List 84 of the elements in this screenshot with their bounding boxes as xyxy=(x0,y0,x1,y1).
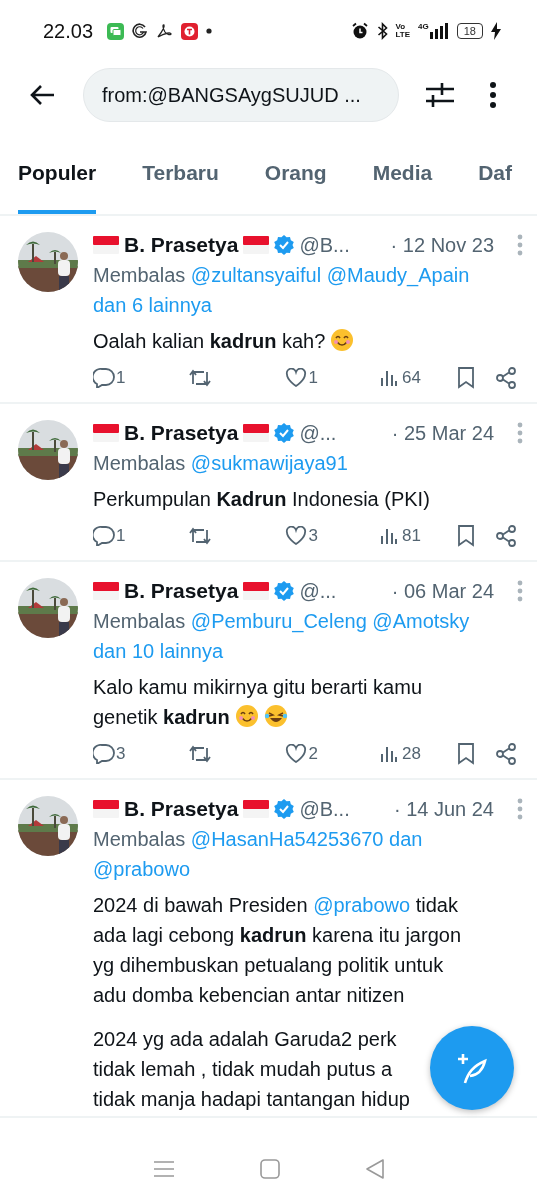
acrobat-app-icon xyxy=(156,23,174,39)
author-name[interactable]: B. Prasetya xyxy=(124,579,239,603)
back-icon[interactable] xyxy=(364,1159,385,1179)
repost-icon[interactable] xyxy=(188,744,213,764)
feather-plus-icon xyxy=(455,1051,489,1085)
like-count-button[interactable]: 2 xyxy=(285,744,318,764)
search-tab[interactable]: Terbaru xyxy=(142,136,219,214)
author-handle[interactable]: @... xyxy=(299,579,337,603)
bar-chart-icon xyxy=(379,369,398,387)
bar-chart-icon xyxy=(379,527,398,545)
reply-count-button[interactable]: 1 xyxy=(93,368,126,388)
view-count-button[interactable]: 81 xyxy=(379,526,421,546)
author-handle[interactable]: @B... xyxy=(299,797,350,821)
reply-context: Membalas @Pemburu_Celeng @Amotsky dan 10 lainnya xyxy=(93,609,471,664)
search-tab[interactable]: Orang xyxy=(264,136,327,214)
author-name[interactable]: B. Prasetya xyxy=(124,233,239,257)
flag-icon xyxy=(243,582,270,600)
g-app-icon xyxy=(132,22,149,40)
t-app-icon xyxy=(181,22,199,40)
speech-bubble-icon xyxy=(93,368,115,388)
search-tab[interactable]: Populer xyxy=(18,136,97,214)
more-options-icon[interactable] xyxy=(489,81,497,109)
view-count-button[interactable]: 64 xyxy=(379,368,421,388)
bluetooth-icon xyxy=(376,22,388,40)
network-type-label: 4G xyxy=(418,22,429,31)
search-tab[interactable]: Daf xyxy=(478,136,513,214)
post-text: Oalah kalian kadrun kah? xyxy=(93,326,355,356)
reply-context: Membalas @sukmawijaya91 xyxy=(93,451,349,476)
flag-icon xyxy=(93,424,119,442)
bookmark-icon[interactable] xyxy=(457,367,475,389)
share-icon[interactable] xyxy=(495,525,517,547)
reply-context: Membalas @HasanHa54253670 dan @prabowo xyxy=(93,827,424,882)
flag-icon xyxy=(243,800,270,818)
bookmark-icon[interactable] xyxy=(457,743,475,765)
post-date: · 25 Mar 24 xyxy=(391,421,494,445)
flag-icon xyxy=(93,582,119,600)
flag-icon xyxy=(93,236,119,254)
heart-icon xyxy=(285,526,308,546)
flag-icon xyxy=(243,236,270,254)
post-text: Perkumpulan Kadrun Indonesia (PKI) xyxy=(93,487,430,512)
alarm-icon xyxy=(350,22,369,40)
share-icon[interactable] xyxy=(495,743,517,765)
notification-dot-icon xyxy=(206,28,213,34)
repost-icon[interactable] xyxy=(188,368,213,388)
reply-count-button[interactable]: 3 xyxy=(93,744,126,764)
share-icon[interactable] xyxy=(495,367,517,389)
like-count-button[interactable]: 1 xyxy=(285,368,318,388)
speech-bubble-icon xyxy=(93,526,115,546)
flag-icon xyxy=(93,800,119,818)
chat-app-icon xyxy=(107,22,125,40)
repost-icon[interactable] xyxy=(188,526,213,546)
clock-time: 22.03 xyxy=(43,19,94,43)
view-count-button[interactable]: 28 xyxy=(379,744,421,764)
laughing-face-icon xyxy=(263,704,288,728)
heart-icon xyxy=(285,744,308,764)
reply-context: Membalas @zultansyaiful @Maudy_Apain dan 6 lainnya xyxy=(93,263,471,318)
author-name[interactable]: B. Prasetya xyxy=(124,421,239,445)
reply-count-button[interactable]: 1 xyxy=(93,526,126,546)
post-date: · 06 Mar 24 xyxy=(391,579,494,603)
filter-sliders-icon[interactable] xyxy=(425,82,455,108)
signal-icon xyxy=(428,22,449,40)
post-date: · 12 Nov 23 xyxy=(390,233,494,257)
author-handle[interactable]: @... xyxy=(299,421,337,445)
speech-bubble-icon xyxy=(93,744,115,764)
author-name[interactable]: B. Prasetya xyxy=(124,797,239,821)
author-handle[interactable]: @B... xyxy=(299,233,350,257)
flag-icon xyxy=(243,424,270,442)
bar-chart-icon xyxy=(379,745,398,763)
home-icon[interactable] xyxy=(259,1159,280,1179)
bookmark-icon[interactable] xyxy=(457,525,475,547)
search-tab[interactable]: Media xyxy=(372,136,433,214)
volte-indicator: Vo LTE xyxy=(395,23,411,39)
battery-indicator: 18 xyxy=(456,23,483,39)
smiling-face-icon xyxy=(330,328,355,352)
post-text: 2024 di bawah Presiden @prabowo tidak ada lagi cebong kadrun karena itu jargon yg dihembuskan petualang politik untuk adu domba kebencian antar nitizen xyxy=(93,893,462,1008)
back-arrow-icon[interactable] xyxy=(29,84,55,106)
search-field[interactable]: from:@BANGSAygSUJUD ... xyxy=(83,68,399,122)
post-date: · 14 Jun 24 xyxy=(393,797,494,821)
like-count-button[interactable]: 3 xyxy=(285,526,318,546)
compose-post-button[interactable] xyxy=(430,1026,514,1110)
post-text: Kalo kamu mikirnya gitu berarti kamu genetik kadrun xyxy=(93,675,422,730)
smiling-face-icon xyxy=(234,704,259,728)
post-text: 2024 yg ada adalah Garuda2 perk tidak lemah , tidak mudah putus a tidak manja hadapi tantangan hidup xyxy=(93,1027,410,1112)
heart-icon xyxy=(285,368,308,388)
